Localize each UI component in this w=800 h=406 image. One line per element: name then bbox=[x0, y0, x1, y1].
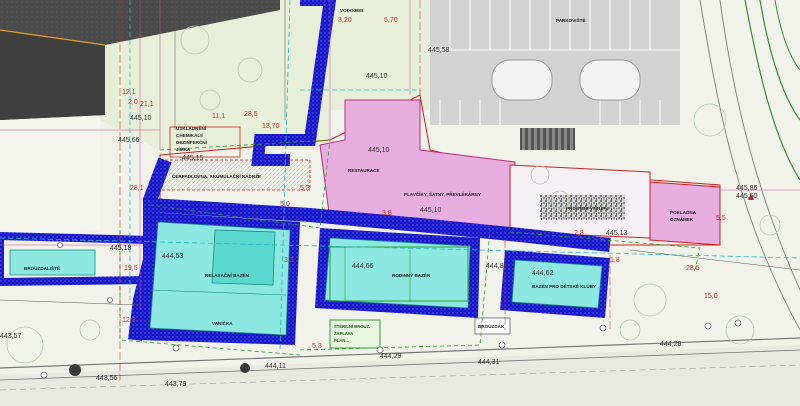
site-plan-drawing: VODOJEM PARKOVIŠTĚ USKLADNĚNÍ CHEMIKÁLIÍ… bbox=[0, 0, 800, 406]
dimension-14: 28,5 bbox=[686, 265, 700, 272]
label-uskladneni: USKLADNĚNÍ bbox=[176, 124, 207, 131]
elevation-17: 445,66 bbox=[118, 137, 140, 144]
dimension-17: 19,5 bbox=[124, 265, 138, 272]
dimension-6: 12,1 bbox=[122, 89, 136, 96]
dimension-18: 1,8 bbox=[610, 257, 620, 264]
label-vanicka: VANIČKA bbox=[212, 320, 233, 326]
dimension-7: 2,0 bbox=[128, 99, 138, 106]
label-dezinfekcni: DEZINFEKČNÍ bbox=[176, 138, 208, 145]
label-vodojem: VODOJEM bbox=[340, 8, 363, 13]
elevation-18: 445,86 bbox=[736, 185, 758, 192]
elevation-15: 443,79 bbox=[165, 381, 187, 388]
dimension-19: 3,3 bbox=[284, 257, 294, 264]
label-rodinny: RODINNÝ BAZÉN bbox=[392, 271, 431, 278]
elevation-13: 444,31 bbox=[478, 359, 500, 366]
dimension-21: 5,5 bbox=[716, 215, 726, 222]
elevation-9: 445,18 bbox=[110, 245, 132, 252]
dimension-5: 28,5 bbox=[244, 111, 258, 118]
dimension-2: 5,70 bbox=[384, 17, 398, 24]
elevation-10: 445,13 bbox=[606, 230, 628, 237]
label-detsky: BAZÉN PRO DĚTSKÉ KLUBY bbox=[532, 282, 596, 289]
label-brouzdaliste: BROUZDALIŠTĚ bbox=[24, 264, 60, 271]
label-oznamek: OZNÁMEK bbox=[670, 216, 694, 222]
elevation-5: 445,15 bbox=[182, 155, 204, 162]
elevation-19: 445,50 bbox=[736, 193, 758, 200]
elevation-3: 445,10 bbox=[130, 115, 152, 122]
elevation-22: 444,86 bbox=[486, 263, 508, 270]
dimension-10: 5,3 bbox=[300, 185, 310, 192]
dimension-16: 12,3 bbox=[122, 317, 136, 324]
dimension-8: 28,1 bbox=[130, 185, 144, 192]
label-satny: PLAVČÍKY, ŠATNY, PŘEVLÉKÁRNY bbox=[404, 190, 481, 197]
elevation-14: 444,28 bbox=[660, 341, 682, 348]
label-restaurace: RESTAURACE bbox=[348, 168, 380, 173]
elevation-4: 445,10 bbox=[368, 147, 390, 154]
label-parkoviste: PARKOVIŠTĚ bbox=[556, 16, 586, 23]
dimension-3: 11,1 bbox=[212, 113, 225, 120]
dimension-1: 3,20 bbox=[338, 17, 352, 24]
elevation-16: 443,56 bbox=[96, 375, 118, 382]
dimension-15: 5,3 bbox=[312, 343, 322, 350]
elevation-6: 444,53 bbox=[162, 253, 184, 260]
label-relaxacni: RELAXAČNÍ BAZÉN bbox=[205, 271, 250, 278]
label-pokladna: POKLADNA bbox=[670, 210, 697, 215]
site-plan-map: VODOJEM PARKOVIŠTĚ USKLADNĚNÍ CHEMIKÁLIÍ… bbox=[0, 0, 800, 406]
elevation-2: 445,10 bbox=[366, 73, 388, 80]
label-vstup: PROSTOR VSTUPU bbox=[566, 206, 609, 211]
dimension-11: 3,8 bbox=[382, 210, 392, 217]
label-zaplava: ZÁPLAVA bbox=[334, 331, 353, 336]
elevation-11: 443,57 bbox=[0, 333, 22, 340]
dimension-4: 13,70 bbox=[262, 123, 280, 130]
dimension-20: 5,0 bbox=[280, 201, 290, 208]
label-cerpadlo: ČERPADLOVNA, AKUMULAČNÍ NÁDRŽE bbox=[172, 172, 261, 179]
dimension-9: 21,1 bbox=[140, 101, 154, 108]
elevation-20: 444,11 bbox=[265, 363, 286, 370]
dimension-12: 2,8 bbox=[574, 230, 584, 237]
elevation-8: 444,62 bbox=[532, 270, 554, 277]
label-chemikalii: CHEMIKÁLIÍ bbox=[176, 131, 204, 138]
elevation-7: 444,66 bbox=[352, 263, 374, 270]
label-brouzdak: BROUZDÁK bbox=[478, 323, 505, 329]
label-sterilni: STERILNÍ BROUZ. bbox=[334, 324, 370, 329]
elevation-1: 445,58 bbox=[428, 47, 450, 54]
elevation-12: 444,29 bbox=[380, 353, 402, 360]
dimension-13: 15,0 bbox=[704, 293, 718, 300]
elevation-21: 445,10 bbox=[420, 207, 442, 214]
label-plan: PLÁN... bbox=[334, 338, 349, 343]
label-jimka: JÍMKA bbox=[176, 145, 191, 152]
